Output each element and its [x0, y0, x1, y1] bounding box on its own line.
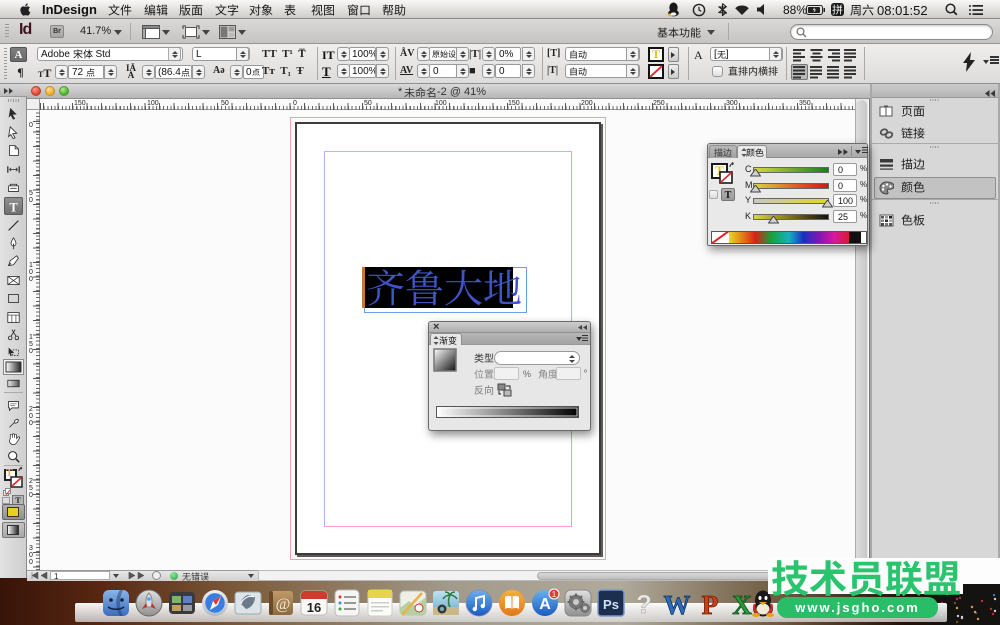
svg-text:@: @ — [276, 596, 291, 613]
svg-text:1: 1 — [552, 590, 557, 599]
svg-text:16: 16 — [307, 600, 321, 615]
svg-text:T: T — [9, 200, 17, 213]
svg-text:?: ? — [636, 589, 652, 618]
svg-text:Ps: Ps — [603, 597, 619, 612]
svg-text:P: P — [702, 590, 719, 618]
svg-text:W: W — [664, 590, 691, 618]
svg-text:A: A — [539, 596, 551, 613]
